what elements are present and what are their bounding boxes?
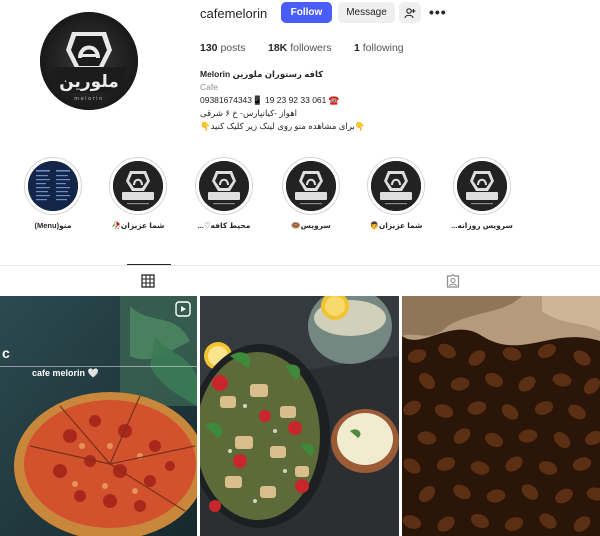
cafe-logo-icon bbox=[113, 161, 163, 211]
followers-count: 18K bbox=[268, 42, 288, 54]
post-coffee-beans[interactable] bbox=[402, 296, 600, 536]
svg-text:c: c bbox=[2, 345, 10, 361]
highlight-cafe-ambience[interactable]: محیط کافه♡... bbox=[193, 157, 255, 230]
profile-username: cafemelorin bbox=[200, 6, 268, 21]
post-salad[interactable] bbox=[200, 296, 399, 536]
svg-text:ملورین: ملورین bbox=[59, 72, 119, 92]
suggested-users-button[interactable] bbox=[399, 2, 421, 23]
highlight-label: شما عزیزان👨 bbox=[369, 221, 423, 230]
active-tab-indicator bbox=[127, 264, 171, 265]
cafe-logo-icon bbox=[286, 161, 336, 211]
posts-stat: 130 posts bbox=[200, 42, 246, 54]
highlight-label: سرویس روزانه... bbox=[451, 221, 513, 230]
cafe-logo-icon bbox=[457, 161, 507, 211]
menu-thumbnail-icon bbox=[28, 161, 78, 211]
profile-avatar[interactable]: ملورین melorin bbox=[40, 12, 138, 110]
tab-tagged[interactable] bbox=[446, 274, 460, 288]
following-stat[interactable]: 1 following bbox=[354, 42, 404, 54]
tabs-divider bbox=[0, 265, 600, 266]
following-count: 1 bbox=[354, 42, 360, 54]
highlight-label: منو(Menu) bbox=[34, 221, 72, 230]
cafe-logo-icon bbox=[371, 161, 421, 211]
cafe-logo-icon bbox=[199, 161, 249, 211]
coffee-beans-photo bbox=[402, 296, 600, 536]
following-label: following bbox=[362, 42, 404, 54]
highlight-label: شما عزیزان🥀 bbox=[111, 221, 165, 230]
grid-icon bbox=[141, 274, 155, 288]
tab-posts[interactable] bbox=[141, 274, 155, 288]
message-button[interactable]: Message bbox=[338, 2, 395, 23]
highlight-daily-service[interactable]: سرویس روزانه... bbox=[451, 157, 513, 230]
posts-label: posts bbox=[220, 42, 246, 54]
followers-stat[interactable]: 18K followers bbox=[268, 42, 332, 54]
posts-count: 130 bbox=[200, 42, 218, 54]
highlight-menu[interactable]: منو(Menu) bbox=[22, 157, 84, 230]
highlight-dear-guests[interactable]: شما عزیزان🥀 bbox=[107, 157, 169, 230]
highlight-label: محیط کافه♡... bbox=[197, 221, 251, 230]
highlight-service[interactable]: سرویس🍩 bbox=[280, 157, 342, 230]
add-person-icon bbox=[404, 7, 416, 18]
bio-address: اهواز -کیانپارس- خ ۶ شرقی bbox=[200, 108, 298, 118]
profile-bio: Melorin کافه رستوران ملورین Cafe 0938167… bbox=[200, 68, 400, 133]
svg-text:melorin: melorin bbox=[74, 96, 104, 102]
cafe-logo: ملورین melorin bbox=[40, 12, 138, 110]
bio-category: Cafe bbox=[200, 82, 218, 92]
bio-menu-note: 👇برای مشاهده منو روی لینک زیر کلیک کنید👇 bbox=[200, 121, 366, 131]
bio-phone: 09381674343📱 19 23 92 33 061 ☎️ bbox=[200, 95, 340, 105]
highlight-label: سرویس🍩 bbox=[291, 221, 331, 230]
svg-text:cafe melorin 🤍: cafe melorin 🤍 bbox=[32, 368, 100, 378]
salad-photo bbox=[200, 296, 399, 536]
follow-button[interactable]: Follow bbox=[281, 2, 332, 23]
more-options-button[interactable]: ••• bbox=[429, 4, 447, 20]
tagged-icon bbox=[446, 274, 460, 288]
pizza-photo: c cafe melorin 🤍 bbox=[0, 296, 197, 536]
followers-label: followers bbox=[290, 42, 332, 54]
post-pizza[interactable]: c cafe melorin 🤍 bbox=[0, 296, 197, 536]
bio-name: Melorin کافه رستوران ملورین bbox=[200, 69, 324, 79]
highlight-dear-guests-2[interactable]: شما عزیزان👨 bbox=[365, 157, 427, 230]
